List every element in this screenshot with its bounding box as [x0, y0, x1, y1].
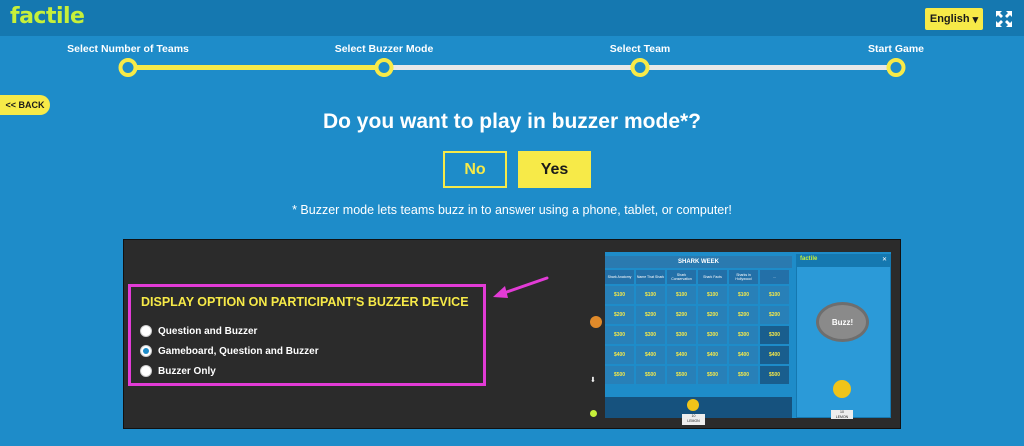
- chevron-down-icon: ▾: [972, 13, 979, 26]
- radio-icon[interactable]: [140, 365, 152, 377]
- team-avatar-icon: [590, 316, 602, 328]
- radio-selected-icon[interactable]: [140, 345, 152, 357]
- board-cell: $200: [605, 306, 634, 324]
- yes-button[interactable]: Yes: [518, 151, 591, 188]
- close-icon: ✕: [882, 257, 888, 263]
- status-dot-icon: [590, 410, 597, 417]
- board-cell: $200: [667, 306, 696, 324]
- factile-logo[interactable]: factile: [10, 4, 85, 29]
- language-label: English: [929, 13, 970, 25]
- display-options-box: DISPLAY OPTION ON PARTICIPANT'S BUZZER D…: [128, 284, 486, 386]
- board-cell: $400: [605, 346, 634, 364]
- team-tag: 10 LEMON: [682, 414, 705, 425]
- board-cell: $500: [667, 366, 696, 384]
- board-cell: $100: [636, 286, 665, 304]
- step-label-start: Start Game: [867, 43, 925, 55]
- board-cell: $400: [698, 346, 727, 364]
- step-progress: Select Number of Teams Select Buzzer Mod…: [0, 36, 1024, 86]
- board-cell: $100: [760, 286, 789, 304]
- team-name: LEMON: [687, 419, 700, 423]
- board-cell: $300: [636, 326, 665, 344]
- board-cell: $300: [729, 326, 758, 344]
- board-cell: $300: [667, 326, 696, 344]
- buzzer-note: * Buzzer mode lets teams buzz in to answ…: [292, 203, 732, 217]
- board-cell: $500: [698, 366, 727, 384]
- category-cell: Name That Shark: [636, 270, 665, 284]
- team-avatar-icon: [687, 399, 699, 411]
- step-node-start[interactable]: [886, 58, 906, 77]
- category-cell: Sharks in Hollywood: [729, 270, 758, 284]
- phone-preview: factile ✕ Buzz! 10 LEMON: [796, 254, 891, 419]
- board-cell: $200: [636, 306, 665, 324]
- page-question: Do you want to play in buzzer mode*?: [322, 110, 702, 133]
- step-label-teams: Select Number of Teams: [67, 43, 189, 55]
- team-name: LEMON: [835, 414, 849, 419]
- team-avatar-icon: [833, 380, 851, 398]
- category-cell: Shark Conservation: [667, 270, 696, 284]
- board-cell: $400: [760, 346, 789, 364]
- step-node-teams[interactable]: [118, 58, 138, 77]
- option-question-buzzer[interactable]: Question and Buzzer: [140, 325, 257, 337]
- board-cell: $200: [729, 306, 758, 324]
- value-grid: $100 $100 $100 $100 $100 $100 $200 $200 $200 $200…: [605, 286, 789, 384]
- board-cell: $500: [729, 366, 758, 384]
- board-cell: $100: [698, 286, 727, 304]
- board-cell: $100: [605, 286, 634, 304]
- category-row: Shark Anatomy Name That Shark Shark Cons…: [605, 270, 789, 284]
- board-cell: $400: [729, 346, 758, 364]
- step-label-team: Select Team: [609, 43, 671, 55]
- arrow-pointer-icon: [493, 276, 549, 298]
- progress-track-complete: [128, 65, 384, 70]
- radio-icon[interactable]: [140, 325, 152, 337]
- option-buzzer-only[interactable]: Buzzer Only: [140, 365, 216, 377]
- top-bar: factile English ▾: [0, 0, 1024, 36]
- gameboard-preview: ⬇ SHARK WEEK Shark Anatomy Name That Sha…: [587, 252, 891, 425]
- board-cell: $100: [729, 286, 758, 304]
- category-cell: Shark Facts: [698, 270, 727, 284]
- board-cell: $400: [667, 346, 696, 364]
- category-cell: Shark Anatomy: [605, 270, 634, 284]
- board-cell: $200: [698, 306, 727, 324]
- option-label: Gameboard, Question and Buzzer: [158, 345, 319, 357]
- step-node-team[interactable]: [630, 58, 650, 77]
- option-label: Question and Buzzer: [158, 325, 258, 337]
- board-cell: $500: [605, 366, 634, 384]
- language-selector[interactable]: English ▾: [925, 8, 983, 30]
- board-cell: $300: [698, 326, 727, 344]
- option-label: Buzzer Only: [158, 365, 216, 377]
- preview-side-panel: ⬇: [587, 252, 605, 418]
- buzzer-demo-panel: DISPLAY OPTION ON PARTICIPANT'S BUZZER D…: [123, 239, 901, 429]
- step-node-buzzer-mode[interactable]: [374, 58, 394, 77]
- fullscreen-icon[interactable]: [994, 9, 1014, 29]
- board-cell: $500: [760, 366, 789, 384]
- category-cell: ...: [760, 270, 789, 284]
- step-label-buzzer-mode: Select Buzzer Mode: [334, 43, 434, 55]
- phone-logo: factile: [800, 256, 818, 262]
- board-cell: $400: [636, 346, 665, 364]
- option-gameboard-question-buzzer[interactable]: Gameboard, Question and Buzzer: [140, 345, 319, 357]
- board-cell: $500: [636, 366, 665, 384]
- board-cell: $200: [760, 306, 789, 324]
- phone-header: factile ✕: [797, 255, 890, 267]
- buzz-button: Buzz!: [816, 302, 869, 342]
- scroll-down-icon: ⬇: [590, 377, 596, 384]
- board-cell: $100: [667, 286, 696, 304]
- display-options-title: DISPLAY OPTION ON PARTICIPANT'S BUZZER D…: [141, 295, 469, 309]
- no-button[interactable]: No: [443, 151, 507, 188]
- board-title: SHARK WEEK: [605, 256, 792, 268]
- phone-team-tag: 10 LEMON: [831, 410, 853, 419]
- board-cell: $300: [605, 326, 634, 344]
- board-cell: $300: [760, 326, 789, 344]
